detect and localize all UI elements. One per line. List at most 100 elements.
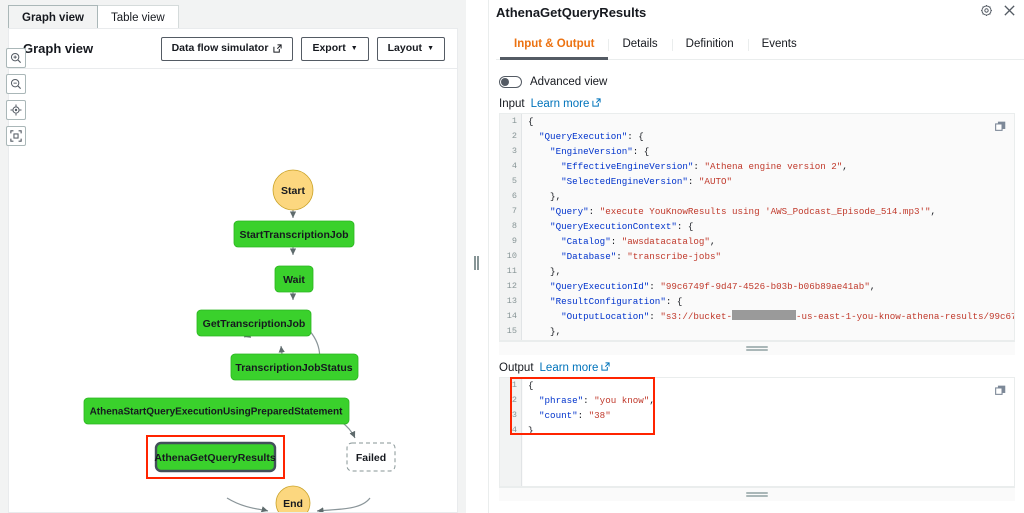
output-learn-more-label: Learn more	[539, 362, 599, 374]
code-line: "Catalog": "awsdatacatalog",	[528, 236, 716, 247]
zoom-out-icon[interactable]	[6, 74, 26, 94]
copy-icon[interactable]	[995, 119, 1006, 137]
code-line: "QueryExecutionContext": {	[528, 221, 694, 232]
line-number: 11	[506, 266, 517, 276]
grip-bars	[746, 491, 768, 498]
external-link-icon	[273, 44, 283, 53]
code-line: "Database": "transcribe-jobs"	[528, 251, 721, 262]
zoom-in-icon[interactable]	[6, 48, 26, 68]
code-line: "SelectedEngineVersion": "AUTO"	[528, 176, 733, 187]
code-line: "QueryExecutionId": "99c6749f-9d47-4526-…	[528, 281, 876, 292]
line-number: 9	[511, 236, 517, 246]
input-line-number-gutter: 123456789101112131415161718	[500, 114, 522, 340]
graph-view-title: Graph view	[23, 41, 94, 56]
input-resize-grip[interactable]	[499, 341, 1015, 355]
detail-panel-header-icons	[980, 4, 1016, 17]
settings-gear-icon[interactable]	[980, 4, 993, 17]
code-line: "QueryExecution": {	[528, 131, 644, 142]
code-line: },	[528, 266, 562, 277]
output-line-number-gutter: 1 2 3 4	[500, 378, 522, 486]
line-number: 5	[511, 176, 517, 186]
input-code-lines: { "QueryExecution": { "EngineVersion": {…	[523, 114, 1014, 340]
code-line: {	[528, 380, 534, 391]
tab-events[interactable]: Events	[747, 38, 811, 59]
line-number: 8	[511, 221, 517, 231]
output-code-block[interactable]: 1 2 3 4 { "phrase": "you know", "count": "3…	[499, 377, 1015, 487]
external-link-icon	[592, 98, 601, 110]
page-title: AthenaGetQueryResults	[496, 5, 647, 20]
line-number: 12	[506, 281, 517, 291]
step-detail-panel: AthenaGetQueryResults Input & Output Det…	[488, 0, 1024, 513]
panel-resize-handle[interactable]	[474, 256, 479, 270]
fit-screen-icon[interactable]	[6, 126, 26, 146]
graph-canvas[interactable]: Start StartTranscriptionJob Wait GetTran…	[9, 69, 457, 512]
graph-node-end-label: End	[283, 498, 303, 510]
graph-header-buttons: Data flow simulator Export ▼ Layout ▼	[160, 37, 445, 61]
chevron-down-icon: ▼	[427, 45, 434, 53]
line-number: 1	[511, 380, 517, 390]
grip-bars	[746, 345, 768, 352]
external-link-icon	[601, 362, 610, 374]
line-number: 1	[511, 116, 517, 126]
app-root: Graph view Table view Graph view Data fl…	[0, 0, 1024, 513]
chevron-down-icon: ▼	[350, 45, 358, 53]
code-line: "StatementType": "DML",	[523, 339, 1014, 340]
line-number: 4	[511, 161, 517, 171]
line-number: 7	[511, 206, 517, 216]
data-flow-simulator-button[interactable]: Data flow simulator	[160, 37, 294, 61]
line-number: 13	[506, 296, 517, 306]
code-line: "EffectiveEngineVersion": "Athena engine…	[528, 161, 848, 172]
graph-node-gettranscriptionjob-label: GetTranscriptionJob	[203, 318, 306, 330]
graph-node-athenastartqueryexecutionusingpreparedstatement-label: AthenaStartQueryExecutionUsingPreparedSt…	[90, 407, 344, 418]
toggle-knob	[501, 78, 509, 86]
code-line: },	[528, 326, 562, 337]
line-number: 3	[511, 410, 517, 420]
export-button[interactable]: Export ▼	[301, 37, 369, 61]
output-learn-more-link[interactable]: Learn more	[540, 362, 611, 374]
graph-node-transcriptionjobstatus-label: TranscriptionJobStatus	[235, 362, 352, 374]
close-icon[interactable]	[1003, 4, 1016, 17]
detail-tabs: Input & Output Details Definition Events	[496, 34, 1024, 60]
graph-node-start-label: Start	[281, 185, 305, 197]
code-line: {	[528, 116, 534, 127]
graph-node-athenagetqueryresults-label: AthenaGetQueryResults	[154, 452, 276, 464]
code-line: "EngineVersion": {	[528, 146, 650, 157]
detail-panel-header: AthenaGetQueryResults	[489, 0, 1024, 28]
line-number: 10	[506, 251, 517, 261]
center-focus-icon[interactable]	[6, 100, 26, 120]
line-number: 2	[511, 395, 517, 405]
line-number: 4	[511, 425, 517, 435]
advanced-view-toggle[interactable]	[499, 76, 522, 88]
graph-card: Graph view Data flow simulator Export ▼ …	[8, 28, 458, 513]
redacted-text-block	[732, 310, 797, 320]
layout-button[interactable]: Layout ▼	[376, 37, 445, 61]
input-learn-more-label: Learn more	[530, 98, 590, 110]
line-number: 6	[511, 191, 517, 201]
input-section-label-row: Input Learn more	[499, 98, 601, 110]
input-learn-more-link[interactable]: Learn more	[531, 98, 602, 110]
panel-divider	[466, 0, 488, 513]
output-section-label-row: Output Learn more	[499, 362, 610, 374]
output-resize-grip[interactable]	[499, 487, 1015, 501]
code-line: "count": "38"	[528, 410, 611, 421]
code-line: "Query": "execute YouKnowResults using '…	[528, 206, 937, 217]
advanced-view-row: Advanced view	[499, 76, 607, 88]
code-line: }	[528, 425, 534, 436]
code-line: "OutputLocation": "s3://bucket- -us-east-…	[528, 310, 1014, 322]
tab-definition[interactable]: Definition	[671, 38, 748, 59]
code-line: },	[528, 191, 562, 202]
input-code-block[interactable]: 123456789101112131415161718 { "QueryExec…	[499, 113, 1015, 341]
data-flow-simulator-label: Data flow simulator	[171, 42, 269, 54]
graph-node-failed-label: Failed	[356, 452, 386, 464]
tab-details[interactable]: Details	[608, 38, 671, 59]
line-number: 14	[506, 311, 517, 321]
output-section-label: Output	[499, 362, 534, 374]
tab-input-output[interactable]: Input & Output	[500, 38, 609, 60]
copy-icon[interactable]	[995, 383, 1006, 401]
advanced-view-label: Advanced view	[530, 76, 608, 88]
graph-zoom-toolbar	[6, 48, 26, 146]
graph-view-panel: Graph view Table view Graph view Data fl…	[0, 0, 466, 513]
state-machine-graph: Start StartTranscriptionJob Wait GetTran…	[83, 169, 396, 512]
code-line: "ResultConfiguration": {	[528, 296, 683, 307]
graph-node-wait-label: Wait	[283, 274, 305, 286]
